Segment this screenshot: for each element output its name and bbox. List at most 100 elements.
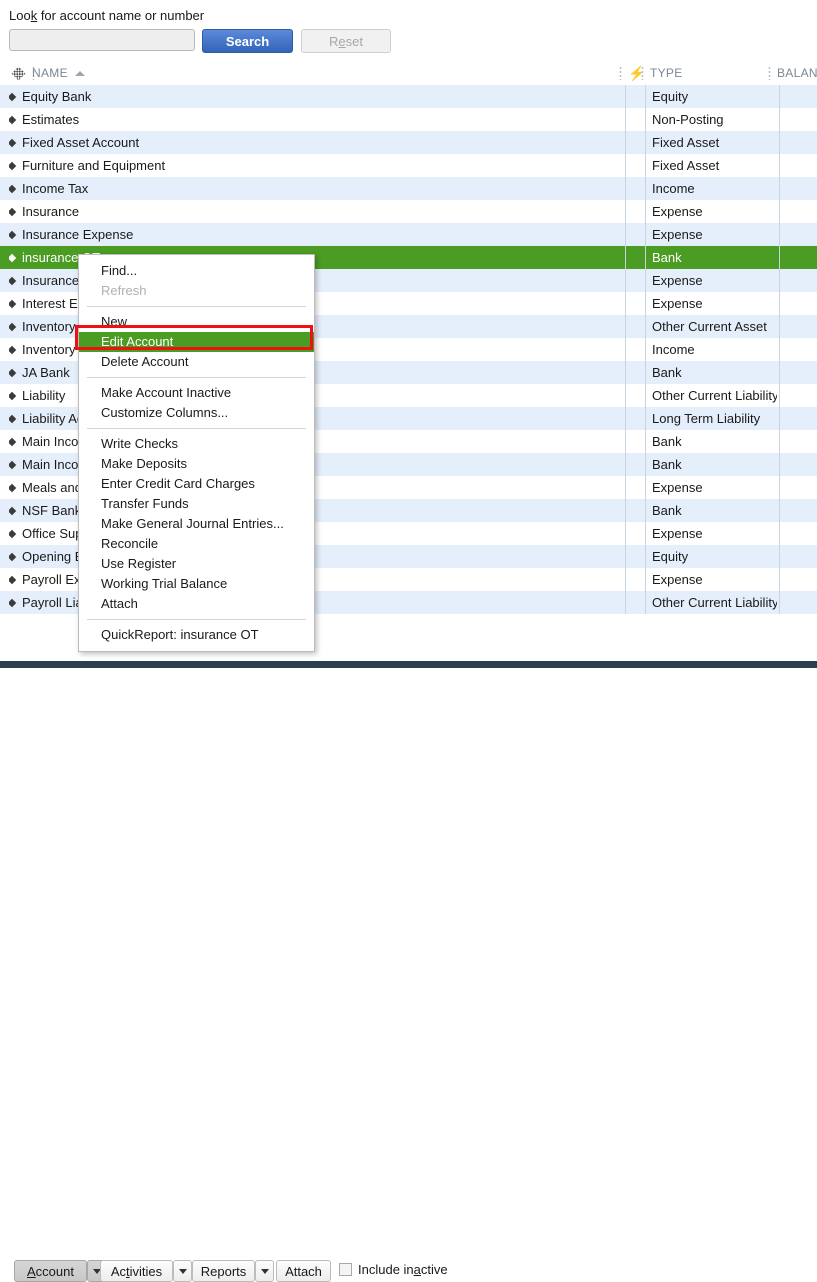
menu-item-make-general-journal-entries[interactable]: Make General Journal Entries...	[79, 514, 314, 534]
column-divider	[645, 223, 646, 246]
menu-item-reconcile[interactable]: Reconcile	[79, 534, 314, 554]
column-header-balance[interactable]: BALAN	[768, 61, 817, 85]
account-name-label: Income Tax	[22, 181, 89, 196]
column-divider	[645, 177, 646, 200]
column-divider	[645, 154, 646, 177]
menu-separator	[87, 428, 306, 429]
menu-item-quickreport-insurance-ot[interactable]: QuickReport: insurance OT	[79, 625, 314, 645]
account-type-cell: Fixed Asset	[652, 158, 720, 173]
menu-item-find[interactable]: Find...	[79, 261, 314, 281]
column-divider	[625, 154, 626, 177]
account-name-label: Fixed Asset Account	[22, 135, 140, 150]
column-divider	[779, 545, 780, 568]
chevron-down-icon	[178, 1268, 187, 1274]
account-name-cell: Insurance	[9, 200, 614, 223]
column-divider	[625, 591, 626, 614]
account-name-cell: Furniture and Equipment	[9, 154, 614, 177]
account-type-cell: Bank	[652, 457, 682, 472]
attach-button[interactable]: Attach	[276, 1260, 331, 1282]
table-header-row: NAME ⚡ TYPE BALAN	[0, 61, 817, 86]
diamond-bullet-icon	[9, 138, 17, 147]
account-button[interactable]: Account	[14, 1260, 87, 1282]
column-divider	[625, 85, 626, 108]
menu-item-transfer-funds[interactable]: Transfer Funds	[79, 494, 314, 514]
account-type-cell: Bank	[652, 434, 682, 449]
column-divider	[645, 591, 646, 614]
column-divider	[645, 338, 646, 361]
column-divider	[625, 522, 626, 545]
menu-item-make-account-inactive[interactable]: Make Account Inactive	[79, 383, 314, 403]
table-row[interactable]: Estimates Non-Posting	[0, 108, 817, 131]
account-name-label: Furniture and Equipment	[22, 158, 166, 173]
account-type-cell: Bank	[652, 503, 682, 518]
search-label: Look for account name or number	[9, 8, 204, 23]
column-divider	[645, 407, 646, 430]
column-divider	[779, 338, 780, 361]
column-divider	[779, 292, 780, 315]
column-divider	[779, 361, 780, 384]
menu-item-delete-account[interactable]: Delete Account	[79, 352, 314, 372]
include-inactive-checkbox[interactable]	[339, 1263, 352, 1276]
column-divider	[645, 315, 646, 338]
diamond-bullet-icon	[9, 368, 17, 377]
table-row[interactable]: Insurance Expense	[0, 200, 817, 223]
column-divider	[625, 131, 626, 154]
column-divider	[625, 315, 626, 338]
menu-item-enter-credit-card-charges[interactable]: Enter Credit Card Charges	[79, 474, 314, 494]
column-divider	[779, 384, 780, 407]
account-type-cell: Expense	[652, 572, 703, 587]
context-menu[interactable]: Find... Refresh New Edit Account Delete Acco…	[78, 254, 315, 652]
search-button[interactable]: Search	[202, 29, 293, 53]
search-label-pre: Loo	[9, 8, 31, 23]
column-divider	[645, 85, 646, 108]
table-row[interactable]: Furniture and Equipment Fixed Asset	[0, 154, 817, 177]
column-divider	[625, 361, 626, 384]
column-header-type[interactable]: TYPE	[641, 61, 683, 85]
column-header-name[interactable]: NAME	[32, 61, 85, 85]
diamond-bullet-icon	[9, 437, 17, 446]
table-row[interactable]: Equity Bank Equity	[0, 85, 817, 108]
column-divider	[779, 154, 780, 177]
include-inactive-checkbox-wrap[interactable]: Include inactive	[339, 1262, 448, 1277]
reports-dropdown-arrow[interactable]	[255, 1260, 274, 1282]
diamond-bullet-icon	[9, 230, 17, 239]
reports-button[interactable]: Reports	[192, 1260, 255, 1282]
column-divider	[625, 200, 626, 223]
account-name-label: JA Bank	[22, 365, 70, 380]
include-inactive-label: Include inactive	[358, 1262, 448, 1277]
menu-item-make-deposits[interactable]: Make Deposits	[79, 454, 314, 474]
reset-button[interactable]: Re set	[301, 29, 391, 53]
table-row[interactable]: Insurance Expense Expense	[0, 223, 817, 246]
column-grip-icon[interactable]	[619, 66, 622, 80]
menu-item-working-trial-balance[interactable]: Working Trial Balance	[79, 574, 314, 594]
activities-button[interactable]: Ac t ivities	[100, 1260, 173, 1282]
column-header-name-label: NAME	[32, 66, 68, 80]
table-row[interactable]: Fixed Asset Account Fixed Asset	[0, 131, 817, 154]
menu-item-new[interactable]: New	[79, 312, 314, 332]
table-row[interactable]: Income Tax Income	[0, 177, 817, 200]
column-divider	[645, 384, 646, 407]
column-header-balance-label: BALAN	[777, 66, 817, 80]
menu-item-use-register[interactable]: Use Register	[79, 554, 314, 574]
menu-item-customize-columns[interactable]: Customize Columns...	[79, 403, 314, 423]
column-divider	[625, 177, 626, 200]
column-grip-icon[interactable]	[768, 66, 771, 80]
diamond-bullet-icon	[9, 253, 17, 262]
activities-dropdown-arrow[interactable]	[173, 1260, 192, 1282]
column-header-type-label: TYPE	[650, 66, 683, 80]
menu-item-write-checks[interactable]: Write Checks	[79, 434, 314, 454]
column-divider	[645, 430, 646, 453]
account-type-cell: Expense	[652, 480, 703, 495]
column-divider	[779, 407, 780, 430]
menu-item-attach[interactable]: Attach	[79, 594, 314, 614]
menu-item-edit-account[interactable]: Edit Account	[79, 332, 314, 352]
account-type-cell: Bank	[652, 365, 682, 380]
diamond-bullet-icon	[9, 322, 17, 331]
search-input[interactable]	[9, 29, 195, 51]
column-divider	[625, 430, 626, 453]
column-grip-icon[interactable]	[641, 66, 644, 80]
column-divider	[645, 131, 646, 154]
column-divider	[625, 453, 626, 476]
column-divider	[779, 269, 780, 292]
account-type-cell: Equity	[652, 89, 689, 104]
